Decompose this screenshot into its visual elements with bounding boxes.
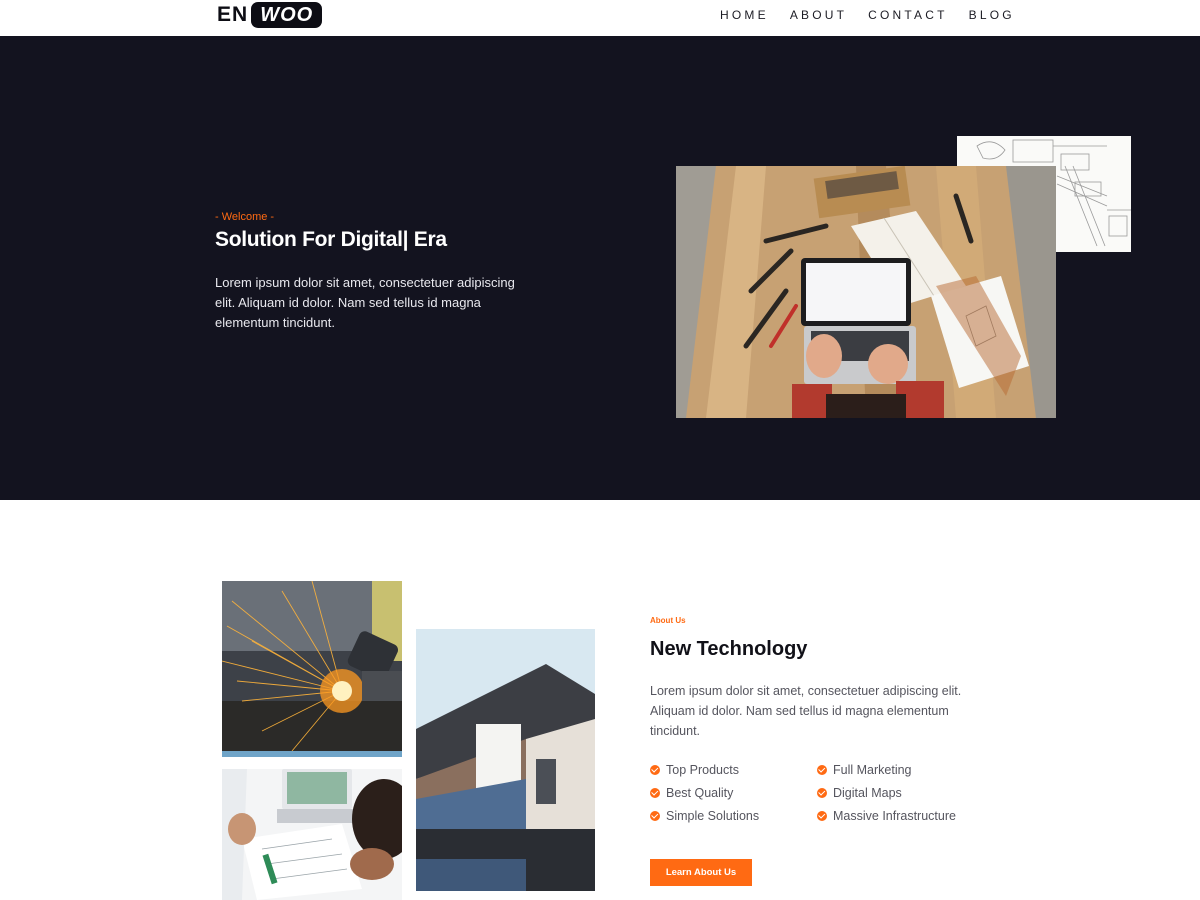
nav-about-link[interactable]: ABOUT: [790, 8, 847, 22]
hero-section: - Welcome - Solution For Digital| Era Lo…: [0, 36, 1200, 500]
about-description: Lorem ipsum dolor sit amet, consectetuer…: [650, 684, 962, 738]
feature-label: Digital Maps: [833, 785, 902, 800]
logo-text-woo: WOO: [251, 2, 323, 28]
feature-label: Full Marketing: [833, 762, 912, 777]
check-circle-icon: [817, 764, 827, 775]
about-kicker: About Us: [650, 616, 686, 625]
feature-item: Simple Solutions: [650, 806, 817, 825]
check-circle-icon: [817, 787, 827, 798]
feature-item: Massive Infrastructure: [817, 806, 987, 825]
feature-list: Top Products Full Marketing Best Quality…: [650, 760, 990, 825]
learn-about-us-button[interactable]: Learn About Us: [650, 859, 752, 886]
hero-description: Lorem ipsum dolor sit amet, consectetuer…: [215, 275, 515, 330]
feature-label: Simple Solutions: [666, 808, 760, 823]
metal-grinding-sparks-photo: [222, 581, 402, 757]
feature-item: Best Quality: [650, 783, 817, 802]
top-navigation: EN WOO HOME ABOUT CONTACT BLOG: [0, 0, 1200, 36]
feature-item: Top Products: [650, 760, 817, 779]
office-planning-photo: [222, 769, 402, 900]
check-circle-icon: [817, 810, 827, 821]
main-menu: HOME ABOUT CONTACT BLOG: [720, 8, 1036, 22]
modern-building-photo: [416, 629, 595, 891]
feature-label: Top Products: [666, 762, 739, 777]
nav-contact-link[interactable]: CONTACT: [868, 8, 948, 22]
check-circle-icon: [650, 810, 660, 821]
check-circle-icon: [650, 764, 660, 775]
about-title: New Technology: [650, 638, 808, 660]
hero-kicker: - Welcome -: [215, 211, 275, 223]
logo-text-en: EN: [217, 3, 249, 26]
feature-label: Best Quality: [666, 785, 734, 800]
nav-home-link[interactable]: HOME: [720, 8, 769, 22]
workbench-laptop-photo: [676, 166, 1056, 418]
nav-blog-link[interactable]: BLOG: [969, 8, 1015, 22]
feature-item: Full Marketing: [817, 760, 987, 779]
feature-label: Massive Infrastructure: [833, 808, 956, 823]
brand-logo[interactable]: EN WOO: [217, 2, 323, 28]
check-circle-icon: [650, 787, 660, 798]
feature-item: Digital Maps: [817, 783, 987, 802]
hero-title: Solution For Digital| Era: [215, 228, 447, 251]
